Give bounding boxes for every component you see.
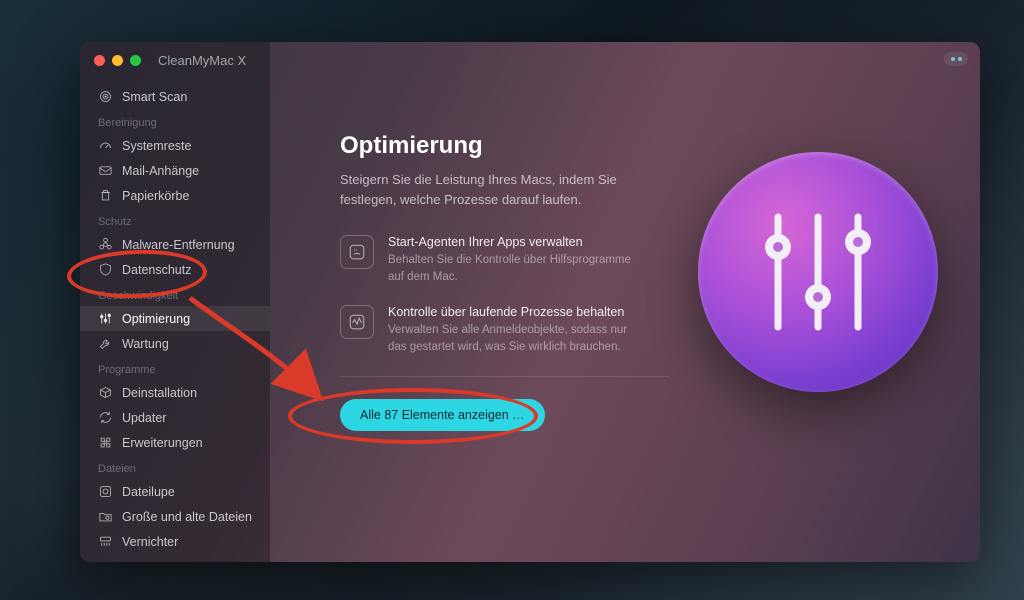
assistant-button[interactable]: [944, 52, 968, 66]
sidebar-item-label: Wartung: [122, 337, 169, 351]
sidebar-section-geschwindigkeit: Geschwindigkeit: [80, 282, 270, 306]
sidebar-item-label: Updater: [122, 411, 166, 425]
sliders-icon: [98, 311, 113, 326]
sidebar-item-label: Systemreste: [122, 139, 191, 153]
sidebar-item-mail[interactable]: Mail-Anhänge: [80, 158, 270, 183]
sidebar-item-label: Malware-Entfernung: [122, 238, 235, 252]
sidebar: Smart Scan Bereinigung Systemreste Mail-…: [80, 42, 270, 562]
feature-title: Start-Agenten Ihrer Apps verwalten: [388, 235, 648, 249]
minimize-button[interactable]: [112, 55, 123, 66]
sidebar-item-label: Große und alte Dateien: [122, 510, 252, 524]
sidebar-item-label: Mail-Anhänge: [122, 164, 199, 178]
sidebar-item-label: Optimierung: [122, 312, 190, 326]
sidebar-item-erweiterungen[interactable]: Erweiterungen: [80, 430, 270, 455]
biohazard-icon: [98, 237, 113, 252]
lens-icon: [98, 484, 113, 499]
shredder-icon: [98, 534, 113, 549]
sidebar-item-label: Datenschutz: [122, 263, 191, 277]
sidebar-section-bereinigung: Bereinigung: [80, 109, 270, 133]
app-title: CleanMyMac X: [158, 53, 246, 68]
titlebar: CleanMyMac X: [80, 42, 980, 78]
activity-icon: [340, 305, 374, 339]
main-content: Optimierung Steigern Sie die Leistung Ih…: [270, 42, 980, 562]
feature-desc: Behalten Sie die Kontrolle über Hilfspro…: [388, 252, 648, 285]
wrench-icon: [98, 336, 113, 351]
sidebar-item-updater[interactable]: Updater: [80, 405, 270, 430]
feature-control-processes: Kontrolle über laufende Prozesse behalte…: [340, 305, 700, 355]
show-all-button[interactable]: Alle 87 Elemente anzeigen …: [340, 399, 545, 431]
trash-icon: [98, 188, 113, 203]
sleep-app-icon: [340, 235, 374, 269]
sidebar-item-label: Smart Scan: [122, 90, 187, 104]
sidebar-item-smart-scan[interactable]: Smart Scan: [80, 84, 270, 109]
optimization-hero-icon: [698, 152, 938, 392]
folder-search-icon: [98, 509, 113, 524]
shield-icon: [98, 262, 113, 277]
sidebar-item-deinstallation[interactable]: Deinstallation: [80, 380, 270, 405]
sidebar-item-label: Deinstallation: [122, 386, 197, 400]
sidebar-item-datenschutz[interactable]: Datenschutz: [80, 257, 270, 282]
feature-manage-agents: Start-Agenten Ihrer Apps verwalten Behal…: [340, 235, 700, 285]
sidebar-item-optimierung[interactable]: Optimierung: [80, 306, 270, 331]
feature-title: Kontrolle über laufende Prozesse behalte…: [388, 305, 648, 319]
page-lead: Steigern Sie die Leistung Ihres Macs, in…: [340, 170, 650, 209]
box-icon: [98, 385, 113, 400]
refresh-icon: [98, 410, 113, 425]
maximize-button[interactable]: [130, 55, 141, 66]
speedometer-icon: [98, 138, 113, 153]
feature-desc: Verwalten Sie alle Anmeldeobjekte, sodas…: [388, 322, 648, 355]
page-title: Optimierung: [340, 132, 700, 160]
close-button[interactable]: [94, 55, 105, 66]
divider: [340, 376, 670, 377]
sidebar-section-programme: Programme: [80, 356, 270, 380]
sidebar-section-schutz: Schutz: [80, 208, 270, 232]
sidebar-section-dateien: Dateien: [80, 455, 270, 479]
puzzle-icon: [98, 435, 113, 450]
sidebar-item-malware[interactable]: Malware-Entfernung: [80, 232, 270, 257]
radar-icon: [98, 89, 113, 104]
sidebar-item-papierkoerbe[interactable]: Papierkörbe: [80, 183, 270, 208]
sidebar-item-wartung[interactable]: Wartung: [80, 331, 270, 356]
mail-icon: [98, 163, 113, 178]
sidebar-item-grosse-dateien[interactable]: Große und alte Dateien: [80, 504, 270, 529]
sidebar-item-label: Vernichter: [122, 535, 178, 549]
sidebar-item-label: Dateilupe: [122, 485, 175, 499]
app-window: CleanMyMac X Smart Scan Bereinigung Syst…: [80, 42, 980, 562]
sidebar-item-systemreste[interactable]: Systemreste: [80, 133, 270, 158]
sidebar-item-dateilupe[interactable]: Dateilupe: [80, 479, 270, 504]
sidebar-item-label: Papierkörbe: [122, 189, 189, 203]
sidebar-item-label: Erweiterungen: [122, 436, 203, 450]
sidebar-item-vernichter[interactable]: Vernichter: [80, 529, 270, 554]
